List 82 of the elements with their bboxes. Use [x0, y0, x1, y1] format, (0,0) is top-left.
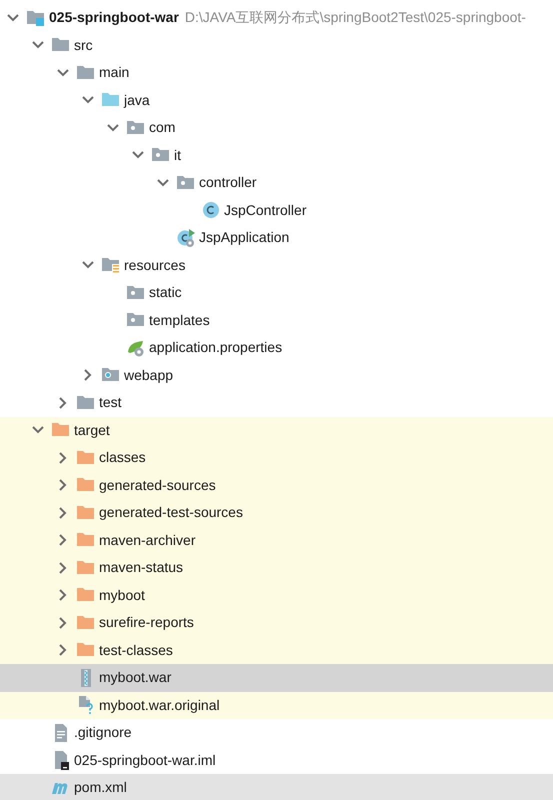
- item-label: main: [99, 63, 130, 82]
- chevron-down-icon[interactable]: [82, 261, 94, 270]
- item-label: myboot.war: [99, 668, 172, 688]
- item-label: test-classes: [99, 640, 173, 660]
- tree-row[interactable]: JspController: [0, 196, 553, 224]
- item-label: resources: [124, 256, 186, 275]
- item-label: maven-archiver: [99, 530, 196, 550]
- tree-row[interactable]: myboot: [0, 582, 553, 609]
- item-label: classes: [99, 448, 146, 468]
- item-label: maven-status: [99, 558, 184, 578]
- chevron-down-icon[interactable]: [32, 426, 44, 434]
- tree-row[interactable]: maven-archiver: [0, 526, 553, 554]
- item-label: templates: [149, 310, 210, 330]
- tree-row[interactable]: main: [0, 59, 553, 86]
- item-label: myboot.war.original: [99, 696, 220, 715]
- item-label: .gitignore: [74, 723, 132, 742]
- tree-row[interactable]: myboot.war.original: [0, 692, 553, 719]
- tree-row[interactable]: 025-springboot-war D:\JAVA互联网分布式\springBoot2Test\025-springboot-: [0, 4, 553, 32]
- tree-row[interactable]: surefire-reports: [0, 609, 553, 636]
- resources-folder-icon: [101, 255, 121, 276]
- tree-row[interactable]: generated-test-sources: [0, 499, 553, 526]
- project-path: D:\JAVA互联网分布式\springBoot2Test\025-springboot-: [184, 8, 526, 28]
- chevron-right-icon[interactable]: [59, 562, 67, 574]
- item-label: it: [174, 146, 181, 165]
- item-label: surefire-reports: [99, 613, 194, 632]
- tree-row[interactable]: classes: [0, 444, 553, 472]
- item-label: com: [149, 118, 176, 138]
- tree-row[interactable]: target: [0, 416, 553, 444]
- chevron-right-icon[interactable]: [84, 369, 92, 382]
- chevron-down-icon[interactable]: [132, 151, 144, 160]
- tree-row[interactable]: java: [0, 86, 553, 114]
- chevron-right-icon[interactable]: [59, 644, 67, 656]
- tree-row[interactable]: JspApplication: [0, 224, 553, 252]
- item-label: controller: [199, 173, 257, 192]
- project-name: 025-springboot-war: [49, 8, 179, 28]
- tree-row[interactable]: test-classes: [0, 636, 553, 664]
- tree-row[interactable]: static: [0, 279, 553, 306]
- chevron-right-icon[interactable]: [59, 396, 67, 409]
- chevron-down-icon[interactable]: [82, 96, 94, 104]
- class-icon: [176, 228, 196, 248]
- tree-row[interactable]: templates: [0, 306, 553, 334]
- chevron-down-icon[interactable]: [107, 124, 119, 132]
- tree-row[interactable]: resources: [0, 252, 553, 279]
- chevron-right-icon[interactable]: [59, 616, 67, 629]
- tree-row[interactable]: .gitignore: [0, 719, 553, 746]
- item-label: test: [99, 393, 122, 412]
- item-label: target: [74, 420, 110, 440]
- chevron-down-icon[interactable]: [7, 14, 19, 22]
- item-label: JspController: [224, 200, 306, 220]
- tree-row[interactable]: pom.xml: [0, 774, 553, 800]
- item-label: src: [74, 36, 93, 55]
- item-label: myboot: [99, 586, 145, 605]
- chevron-down-icon[interactable]: [32, 41, 44, 50]
- item-label: 025-springboot-war.iml: [74, 750, 216, 770]
- tree-row[interactable]: myboot.war: [0, 664, 553, 692]
- item-label: JspApplication: [199, 228, 290, 248]
- tree-row[interactable]: test: [0, 389, 553, 416]
- item-label: generated-test-sources: [99, 503, 243, 522]
- item-label: pom.xml: [74, 778, 127, 798]
- tree-row[interactable]: it: [0, 142, 553, 169]
- chevron-down-icon[interactable]: [57, 68, 69, 77]
- item-label: application.properties: [149, 338, 282, 358]
- tree-row[interactable]: com: [0, 114, 553, 142]
- chevron-right-icon[interactable]: [59, 452, 67, 464]
- item-label: static: [149, 283, 182, 302]
- chevron-right-icon[interactable]: [59, 479, 67, 492]
- item-label: webapp: [124, 366, 174, 385]
- tree-row[interactable]: application.properties: [0, 334, 553, 362]
- item-label: generated-sources: [99, 476, 216, 495]
- tree-row[interactable]: generated-sources: [0, 472, 553, 499]
- tree-row[interactable]: maven-status: [0, 554, 553, 582]
- unknown-file-icon: [76, 695, 96, 716]
- class-icon: [201, 200, 221, 220]
- tree-row[interactable]: webapp: [0, 362, 553, 389]
- item-label: java: [124, 90, 150, 110]
- chevron-right-icon[interactable]: [59, 534, 67, 546]
- chevron-right-icon[interactable]: [59, 589, 67, 602]
- chevron-down-icon[interactable]: [157, 178, 169, 187]
- chevron-right-icon[interactable]: [59, 506, 67, 519]
- tree-row[interactable]: controller: [0, 169, 553, 196]
- tree-row[interactable]: 025-springboot-war.iml: [0, 746, 553, 774]
- tree-row[interactable]: src: [0, 32, 553, 59]
